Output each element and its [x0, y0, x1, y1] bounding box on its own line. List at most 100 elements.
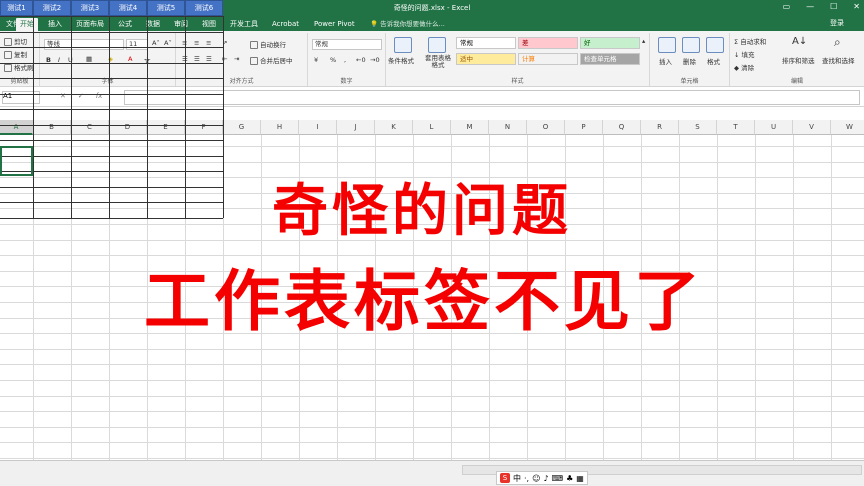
column-header-k[interactable]: K — [375, 120, 413, 135]
merge-center-button[interactable]: 合并后居中 — [250, 55, 293, 65]
table-header-cell[interactable]: 测试1 — [0, 0, 33, 16]
table-header-cell[interactable]: 测试4 — [109, 0, 147, 16]
insert-cells-icon[interactable] — [658, 37, 676, 53]
wrap-text-button[interactable]: 自动换行 — [250, 39, 286, 49]
delete-cells-icon[interactable] — [682, 37, 700, 53]
column-header-o[interactable]: O — [527, 120, 565, 135]
column-header-a[interactable]: A — [0, 120, 33, 135]
style-check-cell[interactable]: 检查单元格 — [580, 53, 640, 65]
table-header-cell[interactable]: 测试2 — [33, 0, 71, 16]
font-size-select[interactable]: 11 — [126, 39, 148, 50]
column-header-s[interactable]: S — [679, 120, 717, 135]
format-cells-icon[interactable] — [706, 37, 724, 53]
tab-acrobat[interactable]: Acrobat — [268, 18, 303, 31]
grow-font-icon[interactable]: A˄ — [152, 39, 160, 47]
format-painter-label: 格式刷 — [14, 64, 34, 72]
tab-review[interactable]: 审阅 — [170, 18, 192, 31]
fill-button[interactable]: ↓ 填充 — [734, 49, 755, 59]
number-format-select[interactable]: 常规 — [312, 39, 382, 50]
column-header-t[interactable]: T — [717, 120, 755, 135]
column-header-f[interactable]: F — [185, 120, 223, 135]
tell-me-box[interactable]: 💡 告诉我你想要做什么... — [370, 18, 445, 28]
outdent-icon[interactable]: ⇥ — [234, 55, 239, 63]
tab-insert[interactable]: 插入 — [44, 18, 66, 31]
currency-icon[interactable]: ¥ — [314, 56, 318, 64]
cut-button[interactable]: 剪切 — [4, 36, 27, 46]
microphone-icon[interactable]: ♪ — [543, 474, 548, 483]
column-header-v[interactable]: V — [793, 120, 831, 135]
comma-icon[interactable]: , — [344, 56, 346, 64]
table-format-icon[interactable] — [428, 37, 446, 53]
copy-button[interactable]: 复制 — [4, 49, 27, 59]
styles-scroll-icon[interactable]: ▴ — [642, 37, 645, 45]
align-bottom-icon[interactable]: ≡ — [206, 39, 211, 47]
percent-button[interactable]: % — [330, 56, 336, 64]
column-header-w[interactable]: W — [831, 120, 864, 135]
conditional-format-icon[interactable] — [394, 37, 412, 53]
tab-home[interactable]: 开始 — [16, 18, 38, 31]
skin-icon[interactable]: ♣ — [566, 474, 573, 483]
tab-data[interactable]: 数据 — [142, 18, 164, 31]
column-header-c[interactable]: C — [71, 120, 109, 135]
border-icon[interactable]: ▦ — [86, 55, 92, 63]
tab-formulas[interactable]: 公式 — [114, 18, 136, 31]
style-bad[interactable]: 差 — [518, 37, 578, 49]
autosum-button[interactable]: Σ 自动求和 — [734, 36, 766, 46]
table-header-cell[interactable]: 测试3 — [71, 0, 109, 16]
align-middle-icon[interactable]: ≡ — [194, 39, 199, 47]
table-format-button[interactable]: 套用表格格式 — [422, 55, 454, 69]
tab-page-layout[interactable]: 页面布局 — [72, 18, 108, 31]
conditional-format-button[interactable]: 条件格式 — [388, 55, 414, 65]
align-center-icon[interactable]: ☰ — [194, 55, 200, 63]
column-header-h[interactable]: H — [261, 120, 299, 135]
column-header-j[interactable]: J — [337, 120, 375, 135]
close-icon[interactable]: ✕ — [853, 2, 860, 11]
ribbon-options-icon[interactable]: ▭ — [783, 2, 791, 11]
column-header-p[interactable]: P — [565, 120, 603, 135]
maximize-icon[interactable]: ☐ — [830, 2, 837, 11]
column-header-b[interactable]: B — [33, 120, 71, 135]
search-icon[interactable]: ⌕ — [834, 35, 841, 50]
column-header-u[interactable]: U — [755, 120, 793, 135]
tab-developer[interactable]: 开发工具 — [226, 18, 262, 31]
clear-button[interactable]: ◆ 清除 — [734, 62, 754, 72]
column-header-q[interactable]: Q — [603, 120, 641, 135]
column-header-m[interactable]: M — [451, 120, 489, 135]
toolbox-icon[interactable]: ▦ — [576, 474, 584, 483]
column-header-g[interactable]: G — [223, 120, 261, 135]
emoji-icon[interactable]: ☺ — [532, 474, 540, 483]
column-header-i[interactable]: I — [299, 120, 337, 135]
font-color-icon[interactable]: A — [128, 55, 132, 63]
formula-input[interactable] — [124, 90, 860, 105]
style-neutral[interactable]: 适中 — [456, 53, 516, 65]
font-name-select[interactable]: 等线 — [44, 39, 124, 50]
sign-in-link[interactable]: 登录 — [830, 18, 844, 28]
increase-decimal-icon[interactable]: ←0 — [356, 56, 366, 64]
sort-filter-icon[interactable]: A↓ — [792, 36, 807, 47]
align-right-icon[interactable]: ☰ — [206, 55, 212, 63]
style-calculation[interactable]: 计算 — [518, 53, 578, 65]
find-select-button[interactable]: 查找和选择 — [822, 55, 855, 65]
style-normal[interactable]: 常规 — [456, 37, 516, 49]
tab-power-pivot[interactable]: Power Pivot — [310, 18, 359, 31]
shrink-font-icon[interactable]: A˅ — [164, 39, 172, 47]
delete-cells-button[interactable]: 删除 — [683, 56, 696, 66]
minimize-icon[interactable]: — — [806, 2, 814, 11]
column-header-d[interactable]: D — [109, 120, 147, 135]
sort-filter-button[interactable]: 排序和筛选 — [782, 55, 815, 65]
keyboard-icon[interactable]: ⌨ — [552, 474, 564, 483]
punctuation-icon[interactable]: ·, — [524, 474, 529, 483]
column-header-n[interactable]: N — [489, 120, 527, 135]
decrease-decimal-icon[interactable]: →0 — [370, 56, 380, 64]
column-header-r[interactable]: R — [641, 120, 679, 135]
style-good[interactable]: 好 — [580, 37, 640, 49]
column-header-e[interactable]: E — [147, 120, 185, 135]
table-header-cell[interactable]: 测试6 — [185, 0, 223, 16]
name-box[interactable]: A1 — [2, 91, 40, 104]
ime-toolbar[interactable]: S 中 ·, ☺ ♪ ⌨ ♣ ▦ — [496, 471, 588, 485]
table-header-cell[interactable]: 测试5 — [147, 0, 185, 16]
tab-view[interactable]: 视图 — [198, 18, 220, 31]
format-cells-button[interactable]: 格式 — [707, 56, 720, 66]
insert-cells-button[interactable]: 插入 — [659, 56, 672, 66]
column-header-l[interactable]: L — [413, 120, 451, 135]
